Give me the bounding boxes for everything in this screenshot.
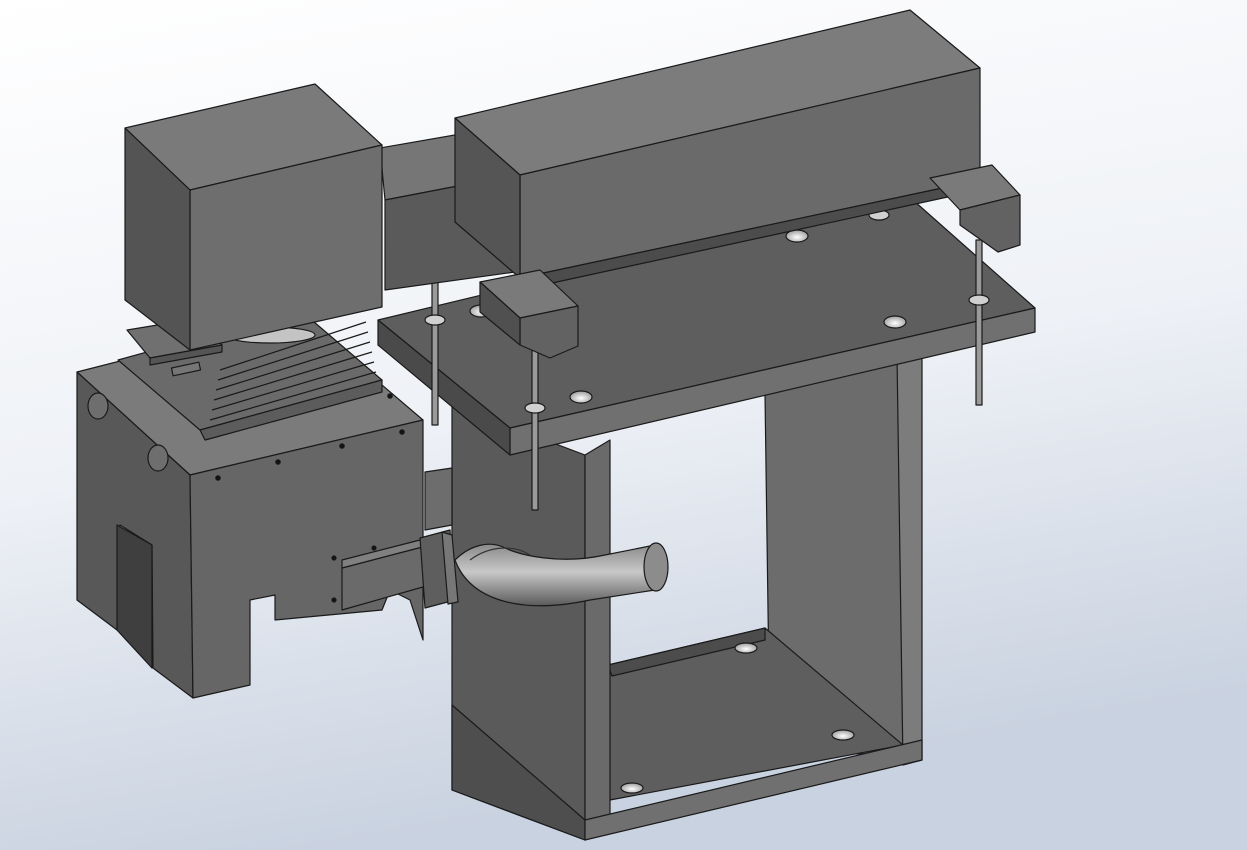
slot-icon [831, 729, 855, 741]
hole-icon [883, 315, 907, 329]
slot-icon [620, 782, 644, 794]
hole-icon [569, 390, 593, 404]
cad-model-view[interactable] [0, 0, 1247, 850]
knob-icon [87, 392, 109, 420]
knob-icon [147, 444, 169, 472]
motor-block-icon [124, 83, 383, 351]
cad-viewport[interactable] [0, 0, 1247, 850]
slot-icon [734, 642, 758, 654]
